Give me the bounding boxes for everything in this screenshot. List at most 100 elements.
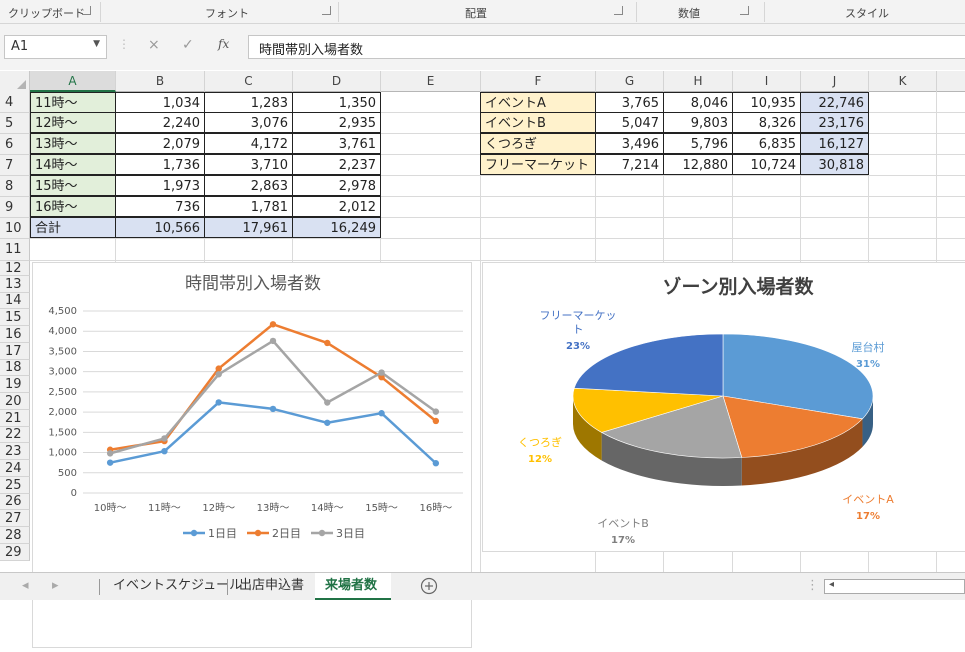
data-point[interactable] [324,419,331,426]
row-header[interactable]: 29 [0,544,30,561]
data-point[interactable] [432,417,440,425]
row-header[interactable]: 24 [0,460,30,477]
day3-cell[interactable]: 1,350 [292,92,381,113]
day1-cell[interactable]: 1,034 [115,92,205,113]
worksheet-grid[interactable]: 11時〜 1,034 1,283 1,350 12時〜 2,240 3,076 … [30,92,965,648]
column-header-e[interactable]: E [381,71,481,92]
zone-h-cell[interactable]: 8,046 [663,92,733,113]
day1-cell[interactable]: 1,736 [115,154,205,175]
day1-cell[interactable]: 1,973 [115,175,205,196]
zone-label-cell[interactable]: くつろぎ [480,133,596,154]
pie-chart[interactable]: ゾーン別入場者数 屋台村 31% イベントA 17% イベントB 17% くつろぎ 12% フリ… [482,262,965,552]
data-point[interactable] [161,435,168,442]
column-header-a[interactable]: A [30,71,116,92]
zone-total-cell[interactable]: 30,818 [800,154,869,175]
row-header[interactable]: 26 [0,494,30,510]
row-header[interactable]: 25 [0,477,30,494]
day2-cell[interactable]: 3,076 [204,112,293,133]
cancel-icon[interactable]: × [148,37,160,53]
day2-cell[interactable]: 3,710 [204,154,293,175]
column-header-d[interactable]: D [293,71,381,92]
day2-cell[interactable]: 1,781 [204,196,293,217]
total-day3-cell[interactable]: 16,249 [292,217,381,238]
row-header[interactable]: 10 [0,218,30,239]
day2-cell[interactable]: 4,172 [204,133,293,154]
total-day1-cell[interactable]: 10,566 [115,217,205,238]
font-launcher-icon[interactable] [322,6,331,15]
day2-cell[interactable]: 2,863 [204,175,293,196]
time-label-cell[interactable]: 16時〜 [30,196,116,217]
row-header[interactable]: 13 [0,276,30,293]
add-sheet-icon[interactable] [414,573,444,600]
enter-check-icon[interactable]: ✓ [182,37,194,53]
zone-label-cell[interactable]: フリーマーケット [480,154,596,175]
time-label-cell[interactable]: 14時〜 [30,154,116,175]
zone-g-cell[interactable]: 3,496 [595,133,664,154]
zone-i-cell[interactable]: 10,935 [732,92,801,113]
number-launcher-icon[interactable] [740,6,749,15]
zone-i-cell[interactable]: 6,835 [732,133,801,154]
zone-h-cell[interactable]: 9,803 [663,112,733,133]
data-point[interactable] [324,399,331,406]
data-point[interactable] [432,408,440,415]
time-label-cell[interactable]: 15時〜 [30,175,116,196]
column-header-j[interactable]: J [801,71,869,92]
data-point[interactable] [269,321,277,328]
row-header[interactable]: 11 [0,239,30,261]
column-header-i[interactable]: I [733,71,801,92]
day1-cell[interactable]: 2,240 [115,112,205,133]
formula-input[interactable]: 時間帯別入場者数 [248,35,965,59]
day3-cell[interactable]: 3,761 [292,133,381,154]
row-header[interactable]: 5 [0,113,30,134]
zone-i-cell[interactable]: 10,724 [732,154,801,175]
tab-scroll-right-icon[interactable]: ▸ [46,573,65,600]
data-point[interactable] [215,371,222,378]
row-header[interactable]: 17 [0,343,30,360]
zone-g-cell[interactable]: 7,214 [595,154,664,175]
zone-label-cell[interactable]: イベントB [480,112,596,133]
row-header[interactable]: 18 [0,360,30,376]
row-header[interactable]: 20 [0,393,30,410]
select-all-button[interactable] [0,71,30,92]
total-label-cell[interactable]: 合計 [30,217,116,238]
data-point[interactable] [378,410,385,417]
column-header-b[interactable]: B [116,71,205,92]
zone-label-cell[interactable]: イベントA [480,92,596,113]
clipboard-launcher-icon[interactable] [82,6,91,15]
row-header[interactable]: 14 [0,293,30,309]
data-point[interactable] [432,460,440,467]
data-point[interactable] [269,405,277,413]
column-header-g[interactable]: G [596,71,664,92]
scroll-left-icon[interactable]: ◂ [829,579,834,590]
tab-visitors[interactable]: 来場者数 [315,573,391,600]
column-header-c[interactable]: C [205,71,293,92]
zone-total-cell[interactable]: 22,746 [800,92,869,113]
zone-h-cell[interactable]: 5,796 [663,133,733,154]
tab-scroll-left-icon[interactable]: ◂ [16,573,35,600]
column-header-h[interactable]: H [664,71,733,92]
zone-g-cell[interactable]: 5,047 [595,112,664,133]
pie-slice[interactable] [573,333,724,397]
day2-cell[interactable]: 1,283 [204,92,293,113]
row-header[interactable]: 7 [0,155,30,176]
zone-g-cell[interactable]: 3,765 [595,92,664,113]
zone-total-cell[interactable]: 16,127 [800,133,869,154]
time-label-cell[interactable]: 13時〜 [30,133,116,154]
data-point[interactable] [161,447,168,455]
data-point[interactable] [106,450,114,457]
row-header[interactable]: 6 [0,134,30,155]
row-header[interactable]: 9 [0,197,30,218]
row-header[interactable]: 22 [0,427,30,443]
day3-cell[interactable]: 2,012 [292,196,381,217]
horizontal-scrollbar[interactable]: ◂ [824,579,965,594]
row-header[interactable]: 8 [0,176,30,197]
row-header[interactable]: 28 [0,527,30,544]
time-label-cell[interactable]: 12時〜 [30,112,116,133]
name-box[interactable]: A1 ▼ [4,35,107,59]
row-header[interactable]: 4 [0,92,30,113]
data-point[interactable] [215,399,222,406]
function-icon[interactable]: fx [218,37,229,51]
row-header[interactable]: 16 [0,326,30,343]
day3-cell[interactable]: 2,978 [292,175,381,196]
row-header[interactable]: 15 [0,309,30,326]
